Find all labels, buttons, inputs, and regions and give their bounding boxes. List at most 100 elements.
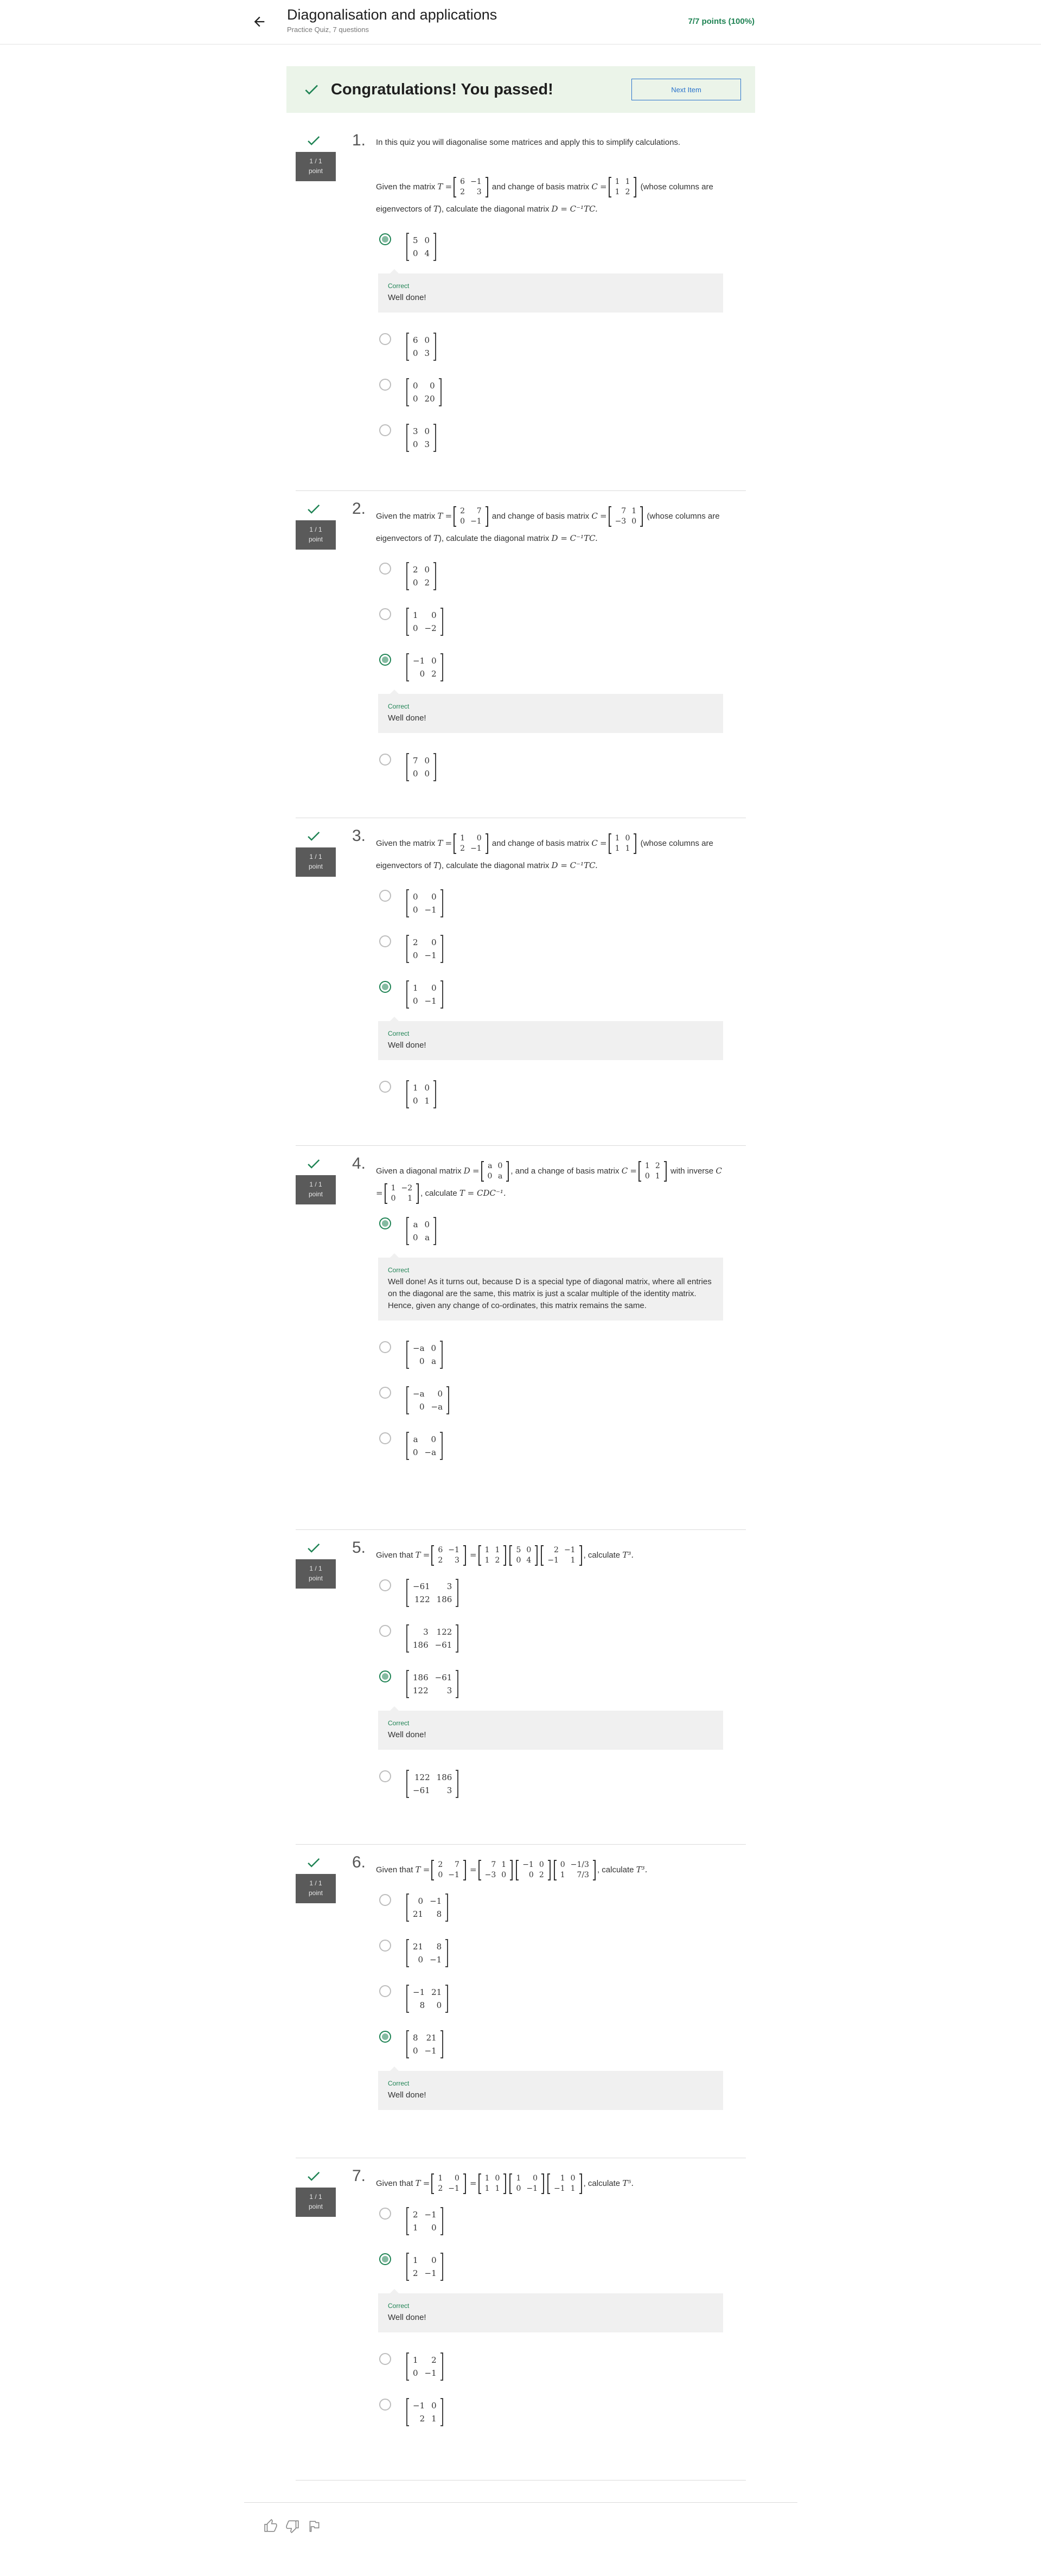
answer-option[interactable]: a00a xyxy=(376,1212,723,1258)
matrix-entry: −1/3 xyxy=(570,1860,589,1870)
radio-button[interactable] xyxy=(379,1894,391,1906)
answer-option[interactable]: 0 0 0 20 xyxy=(376,373,723,419)
flag-icon[interactable] xyxy=(307,2519,321,2533)
math-symbol: = xyxy=(376,1188,383,1198)
radio-button[interactable] xyxy=(379,2031,391,2043)
matrix: 0 −1 21 8 xyxy=(406,1893,449,1922)
matrix: 3 122 186 −61 xyxy=(406,1624,459,1653)
thumbs-up-icon[interactable] xyxy=(264,2519,278,2533)
answer-option[interactable]: 2 −1 1 0 xyxy=(376,2202,723,2248)
question-number: 3. xyxy=(352,827,366,845)
matrix-entry: 6 xyxy=(438,1546,443,1555)
question-body: In this quiz you will diagonalise some m… xyxy=(376,137,723,464)
thumbs-down-icon[interactable] xyxy=(285,2519,299,2533)
question-points: 1 / 1 point xyxy=(296,1559,336,1589)
question-text: , calculate xyxy=(583,1551,621,1560)
math-symbol: D xyxy=(463,1166,470,1176)
matrix-entry: a xyxy=(431,1356,437,1366)
answer-option[interactable]: 5004 xyxy=(376,228,723,273)
answer-option[interactable]: a 0 0 −a xyxy=(376,1427,723,1472)
radio-button[interactable] xyxy=(379,1217,391,1229)
answer-option[interactable]: −1 0 2 1 xyxy=(376,2393,723,2439)
matrix-entry: 2 xyxy=(431,669,437,679)
next-item-button[interactable]: Next Item xyxy=(631,79,741,100)
radio-button[interactable] xyxy=(379,981,391,993)
matrix-entry: 122 xyxy=(436,1627,452,1637)
matrix-entry: 0 xyxy=(413,439,418,449)
radio-button[interactable] xyxy=(379,654,391,666)
answer-option[interactable]: 1001 xyxy=(376,1075,723,1121)
answer-option[interactable]: 21 8 0 −1 xyxy=(376,1934,723,1980)
answer-option[interactable]: −61 3 122 186 xyxy=(376,1574,723,1619)
matrix-entry: 1 xyxy=(625,177,630,187)
radio-button[interactable] xyxy=(379,2253,391,2265)
radio-button[interactable] xyxy=(379,1387,391,1399)
radio-button[interactable] xyxy=(379,1985,391,1997)
radio-button[interactable] xyxy=(379,1341,391,1353)
back-arrow-button[interactable] xyxy=(248,12,270,31)
radio-button[interactable] xyxy=(379,1670,391,1682)
matrix-entry: 0 xyxy=(391,1194,396,1203)
radio-button[interactable] xyxy=(379,1432,391,1444)
radio-button[interactable] xyxy=(379,2353,391,2365)
radio-button[interactable] xyxy=(379,563,391,575)
feedback-text: Well done! xyxy=(388,2090,426,2100)
matrix-entry: 2 xyxy=(625,188,630,197)
radio-button[interactable] xyxy=(379,333,391,345)
feedback-label: Correct xyxy=(388,1030,410,1037)
matrix-entry: −1 xyxy=(430,1896,442,1906)
answer-option[interactable]: −1 21 8 0 xyxy=(376,1980,723,2025)
matrix: 0 −1/3 1 7/3 xyxy=(553,1860,596,1881)
answer-option[interactable]: 8 21 0 −1 xyxy=(376,2025,723,2071)
radio-button[interactable] xyxy=(379,2399,391,2411)
matrix-entry: 0 xyxy=(413,1096,418,1106)
matrix-entry: 3 xyxy=(424,348,430,358)
answer-option[interactable]: 3003 xyxy=(376,419,723,464)
answer-option[interactable]: 2002 xyxy=(376,557,723,603)
question-prompt: Given that T = 2 7 0 −1 = 7 1 −3 0 −1 0 0 2 0 −1/3 1 7/3… xyxy=(376,1859,723,1881)
radio-button[interactable] xyxy=(379,890,391,902)
radio-button[interactable] xyxy=(379,754,391,766)
answer-option[interactable]: 1 0 0 −1 xyxy=(376,975,723,1021)
matrix-entry: 2 xyxy=(431,2355,437,2365)
radio-button[interactable] xyxy=(379,1625,391,1637)
pass-message: Congratulations! You passed! xyxy=(331,80,553,98)
answer-option[interactable]: 1 0 0 −2 xyxy=(376,603,723,648)
answer-option[interactable]: −a 0 0 a xyxy=(376,1336,723,1381)
answer-option[interactable]: 6003 xyxy=(376,328,723,373)
radio-button[interactable] xyxy=(379,608,391,620)
answer-option[interactable]: 3 122 186 −61 xyxy=(376,1619,723,1665)
answer-option[interactable]: 0 −1 21 8 xyxy=(376,1889,723,1934)
radio-button[interactable] xyxy=(379,1940,391,1952)
radio-button[interactable] xyxy=(379,379,391,391)
matrix-entry: 0 xyxy=(516,1556,521,1565)
matrix-entry: 3 xyxy=(423,1627,429,1637)
answer-option[interactable]: 186 −61 122 3 xyxy=(376,1665,723,1711)
answer-option[interactable]: 1 0 2 −1 xyxy=(376,2248,723,2293)
answer-option[interactable]: 2 0 0 −1 xyxy=(376,930,723,975)
radio-button[interactable] xyxy=(379,1579,391,1591)
answer-option[interactable]: 7000 xyxy=(376,748,723,794)
matrix-entry: 0 xyxy=(539,1860,544,1870)
answer-option[interactable]: −1 0 0 2 xyxy=(376,648,723,694)
math-symbol: = xyxy=(423,2178,430,2188)
radio-button[interactable] xyxy=(379,2208,391,2220)
radio-button[interactable] xyxy=(379,935,391,947)
radio-button[interactable] xyxy=(379,424,391,436)
points-unit: point xyxy=(308,1574,323,1582)
answer-option[interactable]: −a 0 0 −a xyxy=(376,1381,723,1427)
matrix-entry: 6 xyxy=(460,177,465,187)
matrix-entry: 0 xyxy=(413,394,418,404)
question-text: and change of basis matrix xyxy=(491,839,590,848)
matrix-entry: 7 xyxy=(454,1860,459,1870)
radio-button[interactable] xyxy=(379,1770,391,1782)
matrix-entry: 2 xyxy=(655,1162,660,1171)
answer-option[interactable]: 122 186 −61 3 xyxy=(376,1765,723,1810)
answer-options: 2 0 0 2 1 0 0 −2 −1 0 0 2 Correct Well done! 7 0 0 0 xyxy=(376,557,723,794)
radio-button[interactable] xyxy=(379,1081,391,1093)
answer-option[interactable]: 0 0 0 −1 xyxy=(376,884,723,930)
math-symbol: T xyxy=(437,838,443,848)
answer-option[interactable]: 1 2 0 −1 xyxy=(376,2348,723,2393)
radio-button[interactable] xyxy=(379,233,391,245)
matrix-entry: 0 xyxy=(460,517,465,526)
